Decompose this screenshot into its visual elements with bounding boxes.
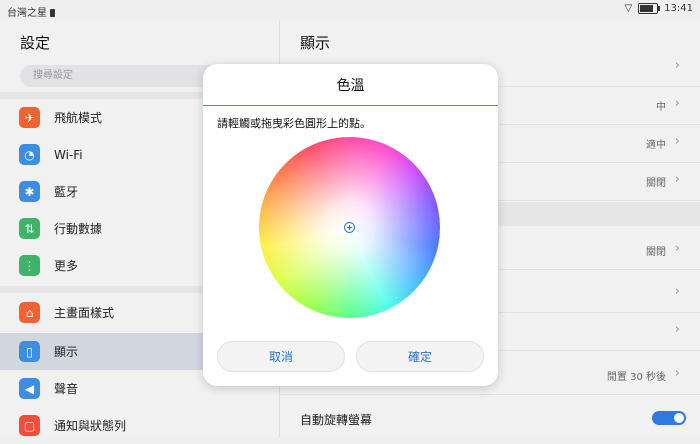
chevron-right-icon: › xyxy=(674,96,680,111)
clock: 13:41 xyxy=(664,3,693,14)
mobile-data-icon: ⇅ xyxy=(19,218,40,239)
color-picker-handle[interactable] xyxy=(344,222,355,233)
dialog-instruction: 請輕觸或拖曳彩色圓形上的點。 xyxy=(217,117,371,130)
display-icon: ▯ xyxy=(19,341,40,362)
carrier-label: 台灣之星 xyxy=(7,4,55,19)
more-icon: ⋮ xyxy=(19,255,40,276)
status-right: ▽ 13:41 xyxy=(624,3,693,14)
chevron-right-icon: › xyxy=(674,366,680,381)
bluetooth-icon: ✱ xyxy=(19,181,40,202)
chevron-right-icon: › xyxy=(674,241,680,256)
color-temperature-dialog: 色溫 請輕觸或拖曳彩色圓形上的點。 取消 確定 xyxy=(203,64,498,386)
battery-icon xyxy=(638,3,661,14)
chevron-right-icon: › xyxy=(674,134,680,149)
chevron-right-icon: › xyxy=(674,172,680,187)
chevron-right-icon: › xyxy=(674,322,680,337)
wifi-signal-icon: ▽ xyxy=(624,3,633,14)
sidebar-title: 設定 xyxy=(20,34,51,52)
chevron-right-icon: › xyxy=(674,284,680,299)
setting-row-auto-rotate[interactable]: 自動旋轉螢幕 xyxy=(280,399,700,437)
sound-icon: ◀ xyxy=(19,378,40,399)
sim-icon xyxy=(50,9,55,17)
status-bar: 台灣之星 ▽ 13:41 xyxy=(0,0,700,20)
notification-icon: ▢ xyxy=(19,415,40,436)
airplane-icon: ✈ xyxy=(19,107,40,128)
wifi-icon: ◔ xyxy=(19,144,40,165)
home-icon: ⌂ xyxy=(19,302,40,323)
sidebar-item-notifications[interactable]: ▢ 通知與狀態列 xyxy=(0,407,279,444)
dialog-title: 色溫 xyxy=(336,78,365,94)
cancel-button[interactable]: 取消 xyxy=(217,341,345,372)
dialog-divider xyxy=(203,105,498,106)
chevron-right-icon: › xyxy=(674,58,680,73)
auto-rotate-toggle[interactable] xyxy=(652,411,686,425)
ok-button[interactable]: 確定 xyxy=(356,341,484,372)
